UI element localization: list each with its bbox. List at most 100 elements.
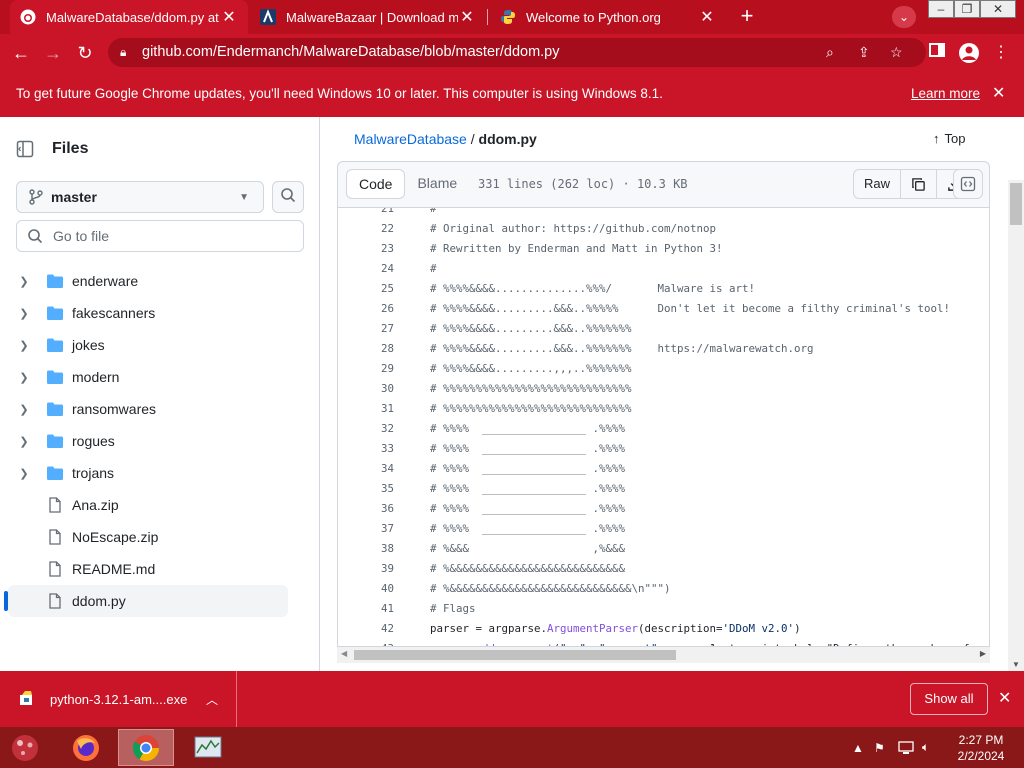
line-number[interactable]: 27 bbox=[338, 322, 394, 335]
line-number[interactable]: 32 bbox=[338, 422, 394, 435]
line-number[interactable]: 22 bbox=[338, 222, 394, 235]
line-number[interactable]: 41 bbox=[338, 602, 394, 615]
tree-item-trojans[interactable]: ❯ trojans bbox=[8, 457, 288, 489]
tab-python[interactable]: Welcome to Python.org ✕ bbox=[490, 0, 726, 34]
vertical-scrollbar[interactable]: ▼ bbox=[1008, 180, 1024, 671]
taskbar-firefox[interactable] bbox=[58, 729, 114, 766]
tree-item-noescape-zip[interactable]: NoEscape.zip bbox=[8, 521, 288, 553]
symbols-panel-icon[interactable] bbox=[953, 169, 983, 199]
line-number[interactable]: 39 bbox=[338, 562, 394, 575]
folder-icon bbox=[47, 466, 63, 480]
line-number[interactable]: 31 bbox=[338, 402, 394, 415]
line-number[interactable]: 21 bbox=[338, 208, 394, 215]
close-tab-icon[interactable]: ✕ bbox=[220, 7, 238, 27]
tree-item-rogues[interactable]: ❯ rogues bbox=[8, 425, 288, 457]
chevron-up-icon[interactable]: ︿ bbox=[206, 691, 218, 708]
chevron-right-icon[interactable]: ❯ bbox=[16, 467, 32, 480]
profile-avatar-icon[interactable] bbox=[958, 42, 980, 64]
line-number[interactable]: 24 bbox=[338, 262, 394, 275]
line-number[interactable]: 25 bbox=[338, 282, 394, 295]
new-tab-button[interactable]: + bbox=[734, 5, 760, 29]
tree-item-ddom-py[interactable]: ddom.py bbox=[4, 585, 288, 617]
go-to-file-input[interactable]: Go to file bbox=[16, 220, 304, 252]
scroll-down-icon[interactable]: ▼ bbox=[1012, 660, 1020, 669]
taskbar-task-manager[interactable] bbox=[180, 729, 236, 766]
close-window-button[interactable]: ✕ bbox=[980, 0, 1016, 18]
line-number[interactable]: 28 bbox=[338, 342, 394, 355]
chevron-right-icon[interactable]: ❯ bbox=[16, 371, 32, 384]
line-code: # %%%% ________________ .%%%% bbox=[430, 501, 626, 515]
action-center-flag-icon[interactable]: ⚑ bbox=[874, 727, 885, 768]
line-number[interactable]: 37 bbox=[338, 522, 394, 535]
close-tab-icon[interactable]: ✕ bbox=[698, 7, 716, 27]
tree-item-jokes[interactable]: ❯ jokes bbox=[8, 329, 288, 361]
show-all-button[interactable]: Show all bbox=[910, 683, 988, 715]
menu-kebab-icon[interactable]: ⋮ bbox=[990, 42, 1012, 64]
tree-item-enderware[interactable]: ❯ enderware bbox=[8, 265, 288, 297]
line-number[interactable]: 30 bbox=[338, 382, 394, 395]
line-number[interactable]: 33 bbox=[338, 442, 394, 455]
tab-github[interactable]: MalwareDatabase/ddom.py at m ✕ bbox=[10, 0, 248, 34]
start-button[interactable] bbox=[0, 729, 50, 766]
line-number[interactable]: 29 bbox=[338, 362, 394, 375]
line-number[interactable]: 26 bbox=[338, 302, 394, 315]
scrollbar-thumb[interactable] bbox=[354, 650, 676, 660]
close-download-shelf-icon[interactable]: ✕ bbox=[998, 688, 1011, 708]
network-icon[interactable] bbox=[898, 727, 914, 768]
line-number[interactable]: 35 bbox=[338, 482, 394, 495]
collapse-sidebar-icon[interactable] bbox=[16, 140, 34, 158]
minimize-button[interactable]: – bbox=[928, 0, 954, 18]
line-number[interactable]: 42 bbox=[338, 622, 394, 635]
taskbar-clock[interactable]: 2:27 PM 2/2/2024 bbox=[948, 732, 1014, 764]
line-number[interactable]: 34 bbox=[338, 462, 394, 475]
close-tab-icon[interactable]: ✕ bbox=[458, 7, 476, 27]
tree-item-readme-md[interactable]: README.md bbox=[8, 553, 288, 585]
share-icon[interactable]: ⇪ bbox=[858, 38, 870, 67]
scroll-right-icon[interactable]: ▶ bbox=[980, 649, 986, 658]
volume-muted-icon[interactable]: 🔈︎ bbox=[922, 727, 929, 768]
tab-malwarebazaar[interactable]: MalwareBazaar | Download malw ✕ bbox=[250, 0, 486, 34]
taskbar-chrome[interactable] bbox=[118, 729, 174, 766]
horizontal-scrollbar[interactable]: ◀ ▶ bbox=[337, 647, 990, 663]
branch-selector[interactable]: master ▼ bbox=[16, 181, 264, 213]
back-icon[interactable]: ← bbox=[10, 42, 32, 64]
side-panel-icon[interactable] bbox=[926, 42, 948, 64]
tree-item-ransomwares[interactable]: ❯ ransomwares bbox=[8, 393, 288, 425]
breadcrumb-repo-link[interactable]: MalwareDatabase bbox=[354, 131, 467, 147]
close-infobar-icon[interactable]: ✕ bbox=[992, 71, 1005, 117]
code-viewer[interactable]: 21 #22 # Original author: https://github.c… bbox=[337, 207, 990, 647]
scroll-left-icon[interactable]: ◀ bbox=[341, 649, 347, 658]
reload-icon[interactable]: ↻ bbox=[74, 42, 96, 64]
chevron-right-icon[interactable]: ❯ bbox=[16, 339, 32, 352]
code-tab[interactable]: Code bbox=[346, 169, 406, 199]
learn-more-link[interactable]: Learn more bbox=[911, 71, 980, 117]
bookmark-star-icon[interactable]: ☆ bbox=[890, 38, 903, 67]
scrollbar-thumb[interactable] bbox=[1010, 183, 1022, 225]
line-number[interactable]: 23 bbox=[338, 242, 394, 255]
blame-tab[interactable]: Blame bbox=[405, 169, 469, 199]
chevron-right-icon[interactable]: ❯ bbox=[16, 403, 32, 416]
line-number[interactable]: 36 bbox=[338, 502, 394, 515]
tree-item-ana-zip[interactable]: Ana.zip bbox=[8, 489, 288, 521]
tree-item-fakescanners[interactable]: ❯ fakescanners bbox=[8, 297, 288, 329]
show-hidden-icons[interactable]: ▲ bbox=[852, 727, 864, 768]
line-number[interactable]: 40 bbox=[338, 582, 394, 595]
download-item[interactable]: python-3.12.1-am....exe ︿ bbox=[0, 671, 237, 727]
line-code: # bbox=[430, 261, 437, 275]
search-files-button[interactable] bbox=[272, 181, 304, 213]
tree-item-modern[interactable]: ❯ modern bbox=[8, 361, 288, 393]
raw-button[interactable]: Raw bbox=[854, 170, 902, 198]
copy-icon[interactable] bbox=[901, 170, 938, 198]
chevron-right-icon[interactable]: ❯ bbox=[16, 307, 32, 320]
forward-icon[interactable]: → bbox=[42, 42, 64, 64]
search-icon[interactable]: ⌕ bbox=[826, 38, 834, 67]
tab-search-button[interactable]: ⌄ bbox=[892, 6, 916, 28]
line-number[interactable]: 38 bbox=[338, 542, 394, 555]
top-button[interactable]: ↑ Top bbox=[933, 131, 965, 146]
maximize-button[interactable]: ❐ bbox=[954, 0, 980, 18]
code-token: (description= bbox=[638, 621, 723, 635]
chevron-right-icon[interactable]: ❯ bbox=[16, 435, 32, 448]
code-blame-toggle: Code Blame bbox=[346, 169, 469, 199]
address-bar[interactable]: 🔒︎ github.com/Endermanch/MalwareDatabase… bbox=[108, 38, 926, 67]
chevron-right-icon[interactable]: ❯ bbox=[16, 275, 32, 288]
